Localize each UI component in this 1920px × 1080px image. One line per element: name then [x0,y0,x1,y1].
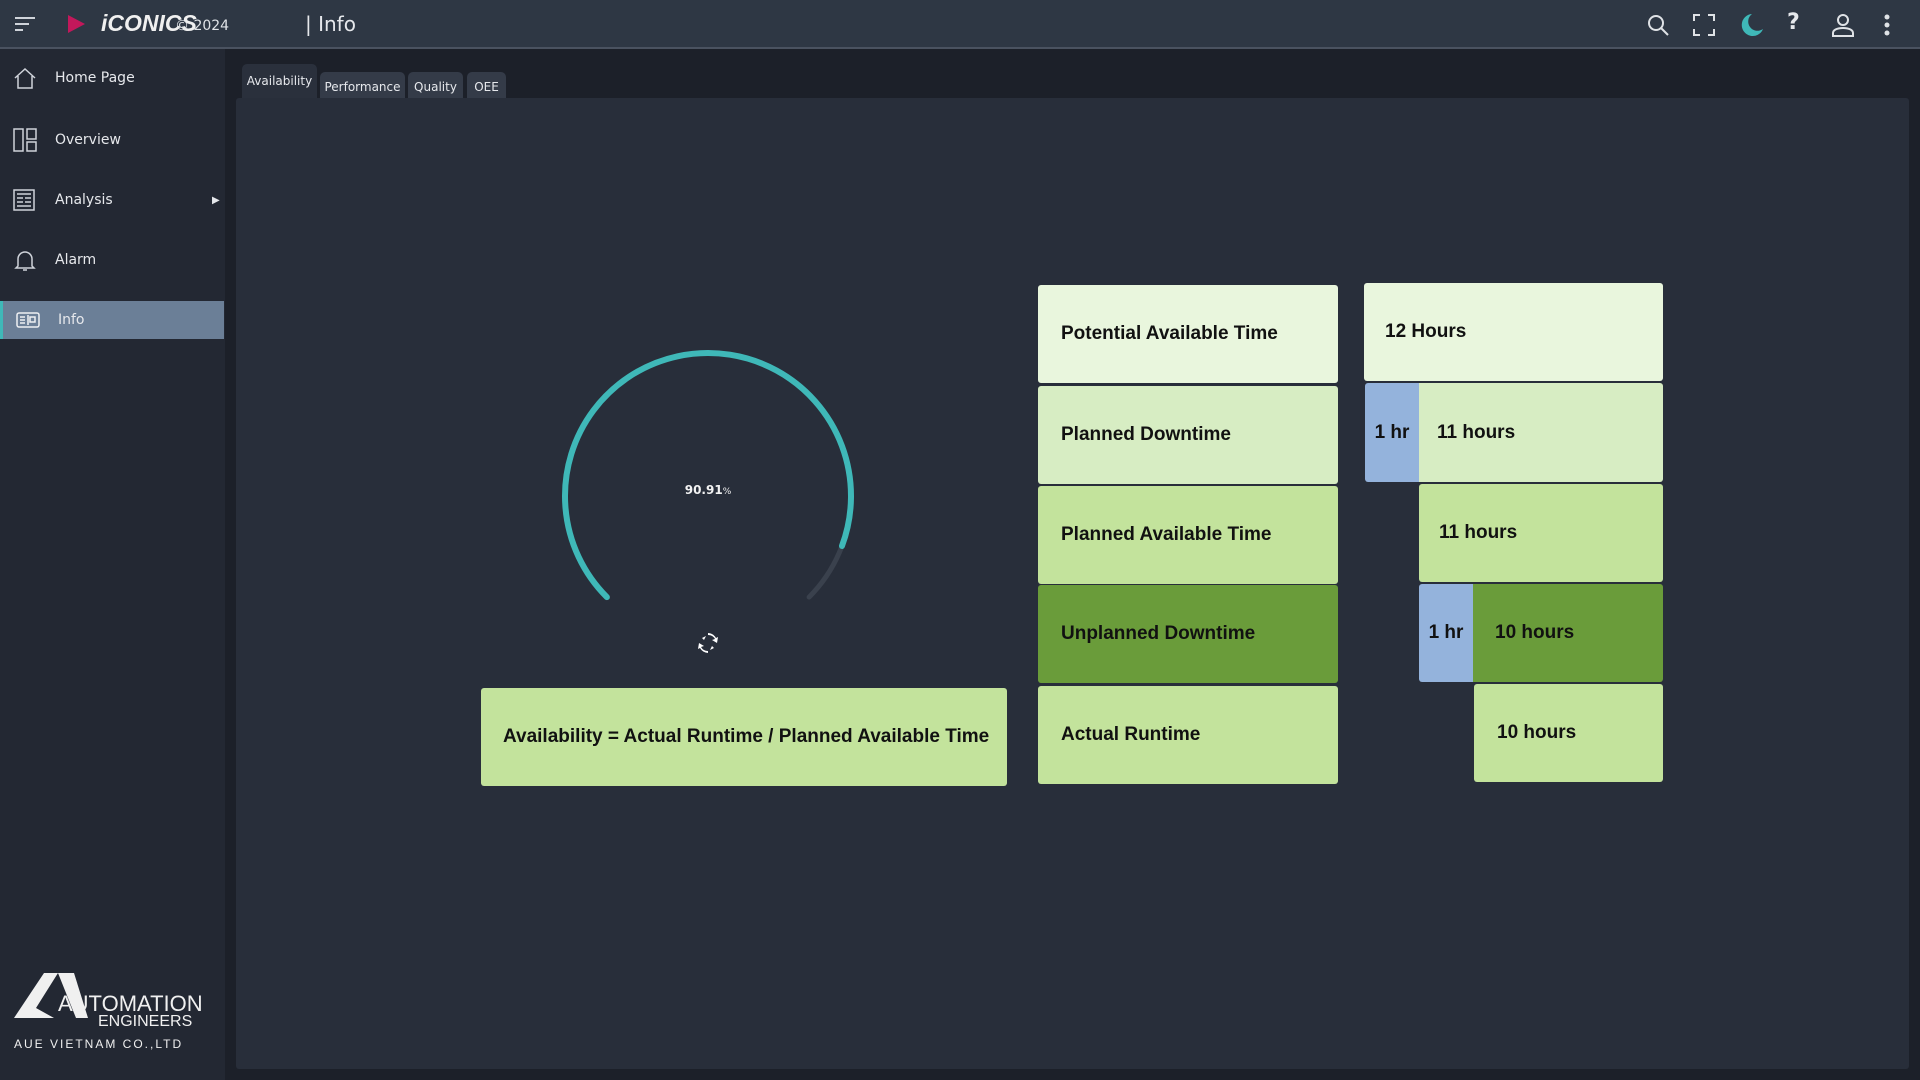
label-planned-downtime: Planned Downtime [1038,386,1338,484]
value-actual-runtime: 10 hours [1474,684,1663,782]
analysis-icon [13,188,37,212]
tab-availability[interactable]: Availability [242,64,317,98]
gauge-value: 90.91% [658,483,758,497]
more-vert-icon[interactable] [1884,14,1890,36]
sidebar-item-overview[interactable]: Overview [0,121,225,159]
label-unplanned-downtime: Unplanned Downtime [1038,585,1338,683]
help-icon[interactable]: ? [1787,10,1800,35]
gauge-fill [562,350,854,601]
sidebar-item-label: Analysis [55,192,113,208]
value-potential-available: 12 Hours [1364,283,1663,381]
label-actual-runtime: Actual Runtime [1038,686,1338,784]
sidebar-item-label: Overview [55,132,121,148]
gauge-value-number: 90.91 [684,483,723,497]
company-logo: AUTOMATION ENGINEERS AUE VIETNAM CO.,LTD [14,973,214,1058]
sidebar-item-analysis[interactable]: Analysis ▶ [0,181,225,219]
top-bar: iCONICS © 2024 | Info ? [0,0,1920,49]
sidebar-item-label: Alarm [55,252,97,268]
value-unplanned-downtime: 1 hr [1419,584,1473,682]
search-icon[interactable] [1646,13,1670,37]
logo-line3: AUE VIETNAM CO.,LTD [14,1037,184,1051]
gauge-track [562,350,854,600]
dashboard-icon [13,128,37,152]
user-icon[interactable] [1830,12,1856,38]
info-card-icon [16,308,40,332]
submenu-arrow-icon: ▶ [212,194,220,206]
fullscreen-icon[interactable] [1692,13,1716,37]
label-planned-available-time: Planned Available Time [1038,486,1338,584]
value-after-planned-downtime: 11 hours [1419,383,1663,482]
dark-mode-moon-icon[interactable] [1738,12,1764,38]
logo-line2: ENGINEERS [98,1013,193,1030]
play-logo-icon [66,14,86,34]
refresh-icon[interactable] [698,633,718,653]
sidebar-item-alarm[interactable]: Alarm [0,241,225,279]
value-planned-downtime: 1 hr [1365,383,1419,482]
menu-icon[interactable] [14,16,36,32]
value-planned-available: 11 hours [1419,484,1663,582]
sidebar-item-label: Info [58,312,85,328]
sidebar: Home Page Overview Analysis ▶ Alarm Info… [0,49,225,1080]
availability-formula: Availability = Actual Runtime / Planned … [481,688,1007,786]
label-potential-available-time: Potential Available Time [1038,285,1338,383]
gauge-unit: % [722,487,732,497]
home-icon [13,66,37,90]
bell-icon [13,248,37,272]
sidebar-item-info[interactable]: Info [0,301,224,339]
sidebar-item-home-page[interactable]: Home Page [0,59,225,97]
page-title: | Info [305,12,356,36]
sidebar-item-label: Home Page [55,70,135,86]
value-after-unplanned-downtime: 10 hours [1473,584,1663,682]
copyright: © 2024 [175,18,230,34]
